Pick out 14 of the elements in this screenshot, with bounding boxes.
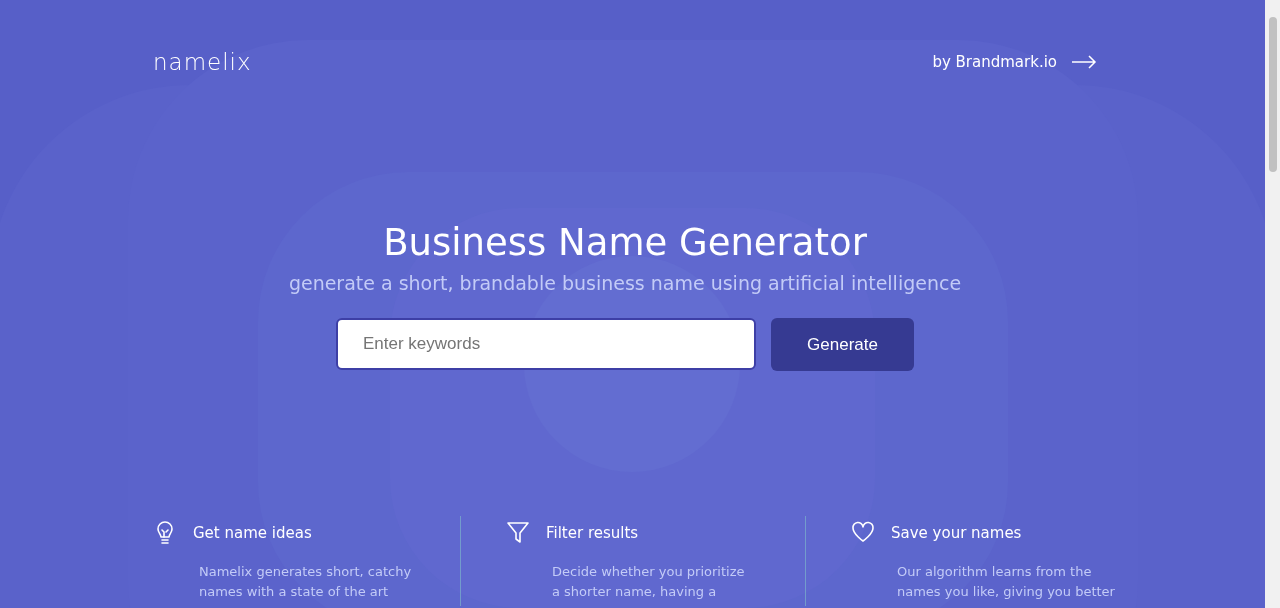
feature-title: Get name ideas bbox=[193, 524, 312, 542]
keywords-field[interactable]: Enter keywords bbox=[336, 318, 756, 370]
generate-button[interactable]: Generate bbox=[771, 318, 914, 371]
feature-title: Save your names bbox=[891, 524, 1022, 542]
page-title: Business Name Generator bbox=[383, 221, 867, 264]
subtitle: generate a short, brandable business name using artificial intelligence bbox=[288, 272, 962, 294]
feature-description: Namelix generates short, catchy names with a state of the art bbox=[199, 563, 413, 601]
arrow-right-icon bbox=[1071, 55, 1097, 69]
logo[interactable]: namelix bbox=[153, 49, 252, 75]
feature-description: Our algorithm learns from the names you like, giving you better bbox=[897, 563, 1116, 601]
feature-description: Decide whether you prioritize a shorter name, having a bbox=[552, 563, 746, 601]
feature-title: Filter results bbox=[546, 524, 639, 542]
brandmark-link[interactable]: by Brandmark.io bbox=[932, 53, 1097, 71]
filter-icon bbox=[506, 520, 530, 546]
